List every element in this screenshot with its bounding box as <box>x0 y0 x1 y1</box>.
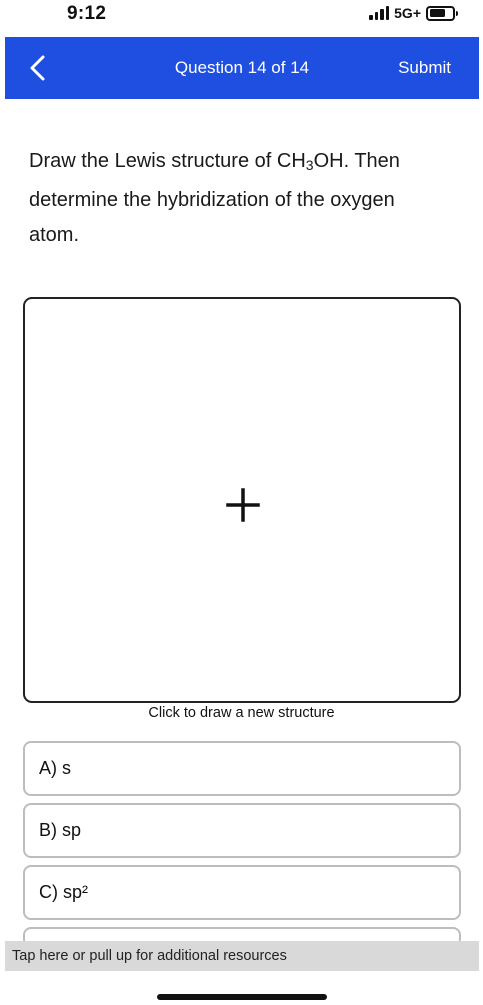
status-time: 9:12 <box>67 3 107 24</box>
status-indicators: 5G+ <box>369 5 458 21</box>
question-text-prefix: Draw the Lewis structure of CH <box>29 150 306 172</box>
drawing-canvas[interactable] <box>23 297 461 703</box>
choice-c[interactable]: C) sp² <box>23 865 461 920</box>
network-label: 5G+ <box>394 5 421 21</box>
header-bar: Question 14 of 14 Submit <box>5 37 479 99</box>
battery-icon <box>426 5 458 21</box>
choice-b[interactable]: B) sp <box>23 803 461 858</box>
question-text: Draw the Lewis structure of CH3OH. Then … <box>29 144 449 253</box>
signal-icon <box>369 6 390 20</box>
drawing-caption: Click to draw a new structure <box>148 705 335 721</box>
submit-button[interactable]: Submit <box>398 58 451 78</box>
plus-icon[interactable] <box>225 487 261 523</box>
question-subscript: 3 <box>305 157 314 173</box>
additional-resources-bar[interactable]: Tap here or pull up for additional resou… <box>5 941 479 971</box>
choice-a[interactable]: A) s <box>23 741 461 796</box>
status-bar: 9:12 5G+ <box>0 0 483 36</box>
home-indicator[interactable] <box>157 994 327 1000</box>
